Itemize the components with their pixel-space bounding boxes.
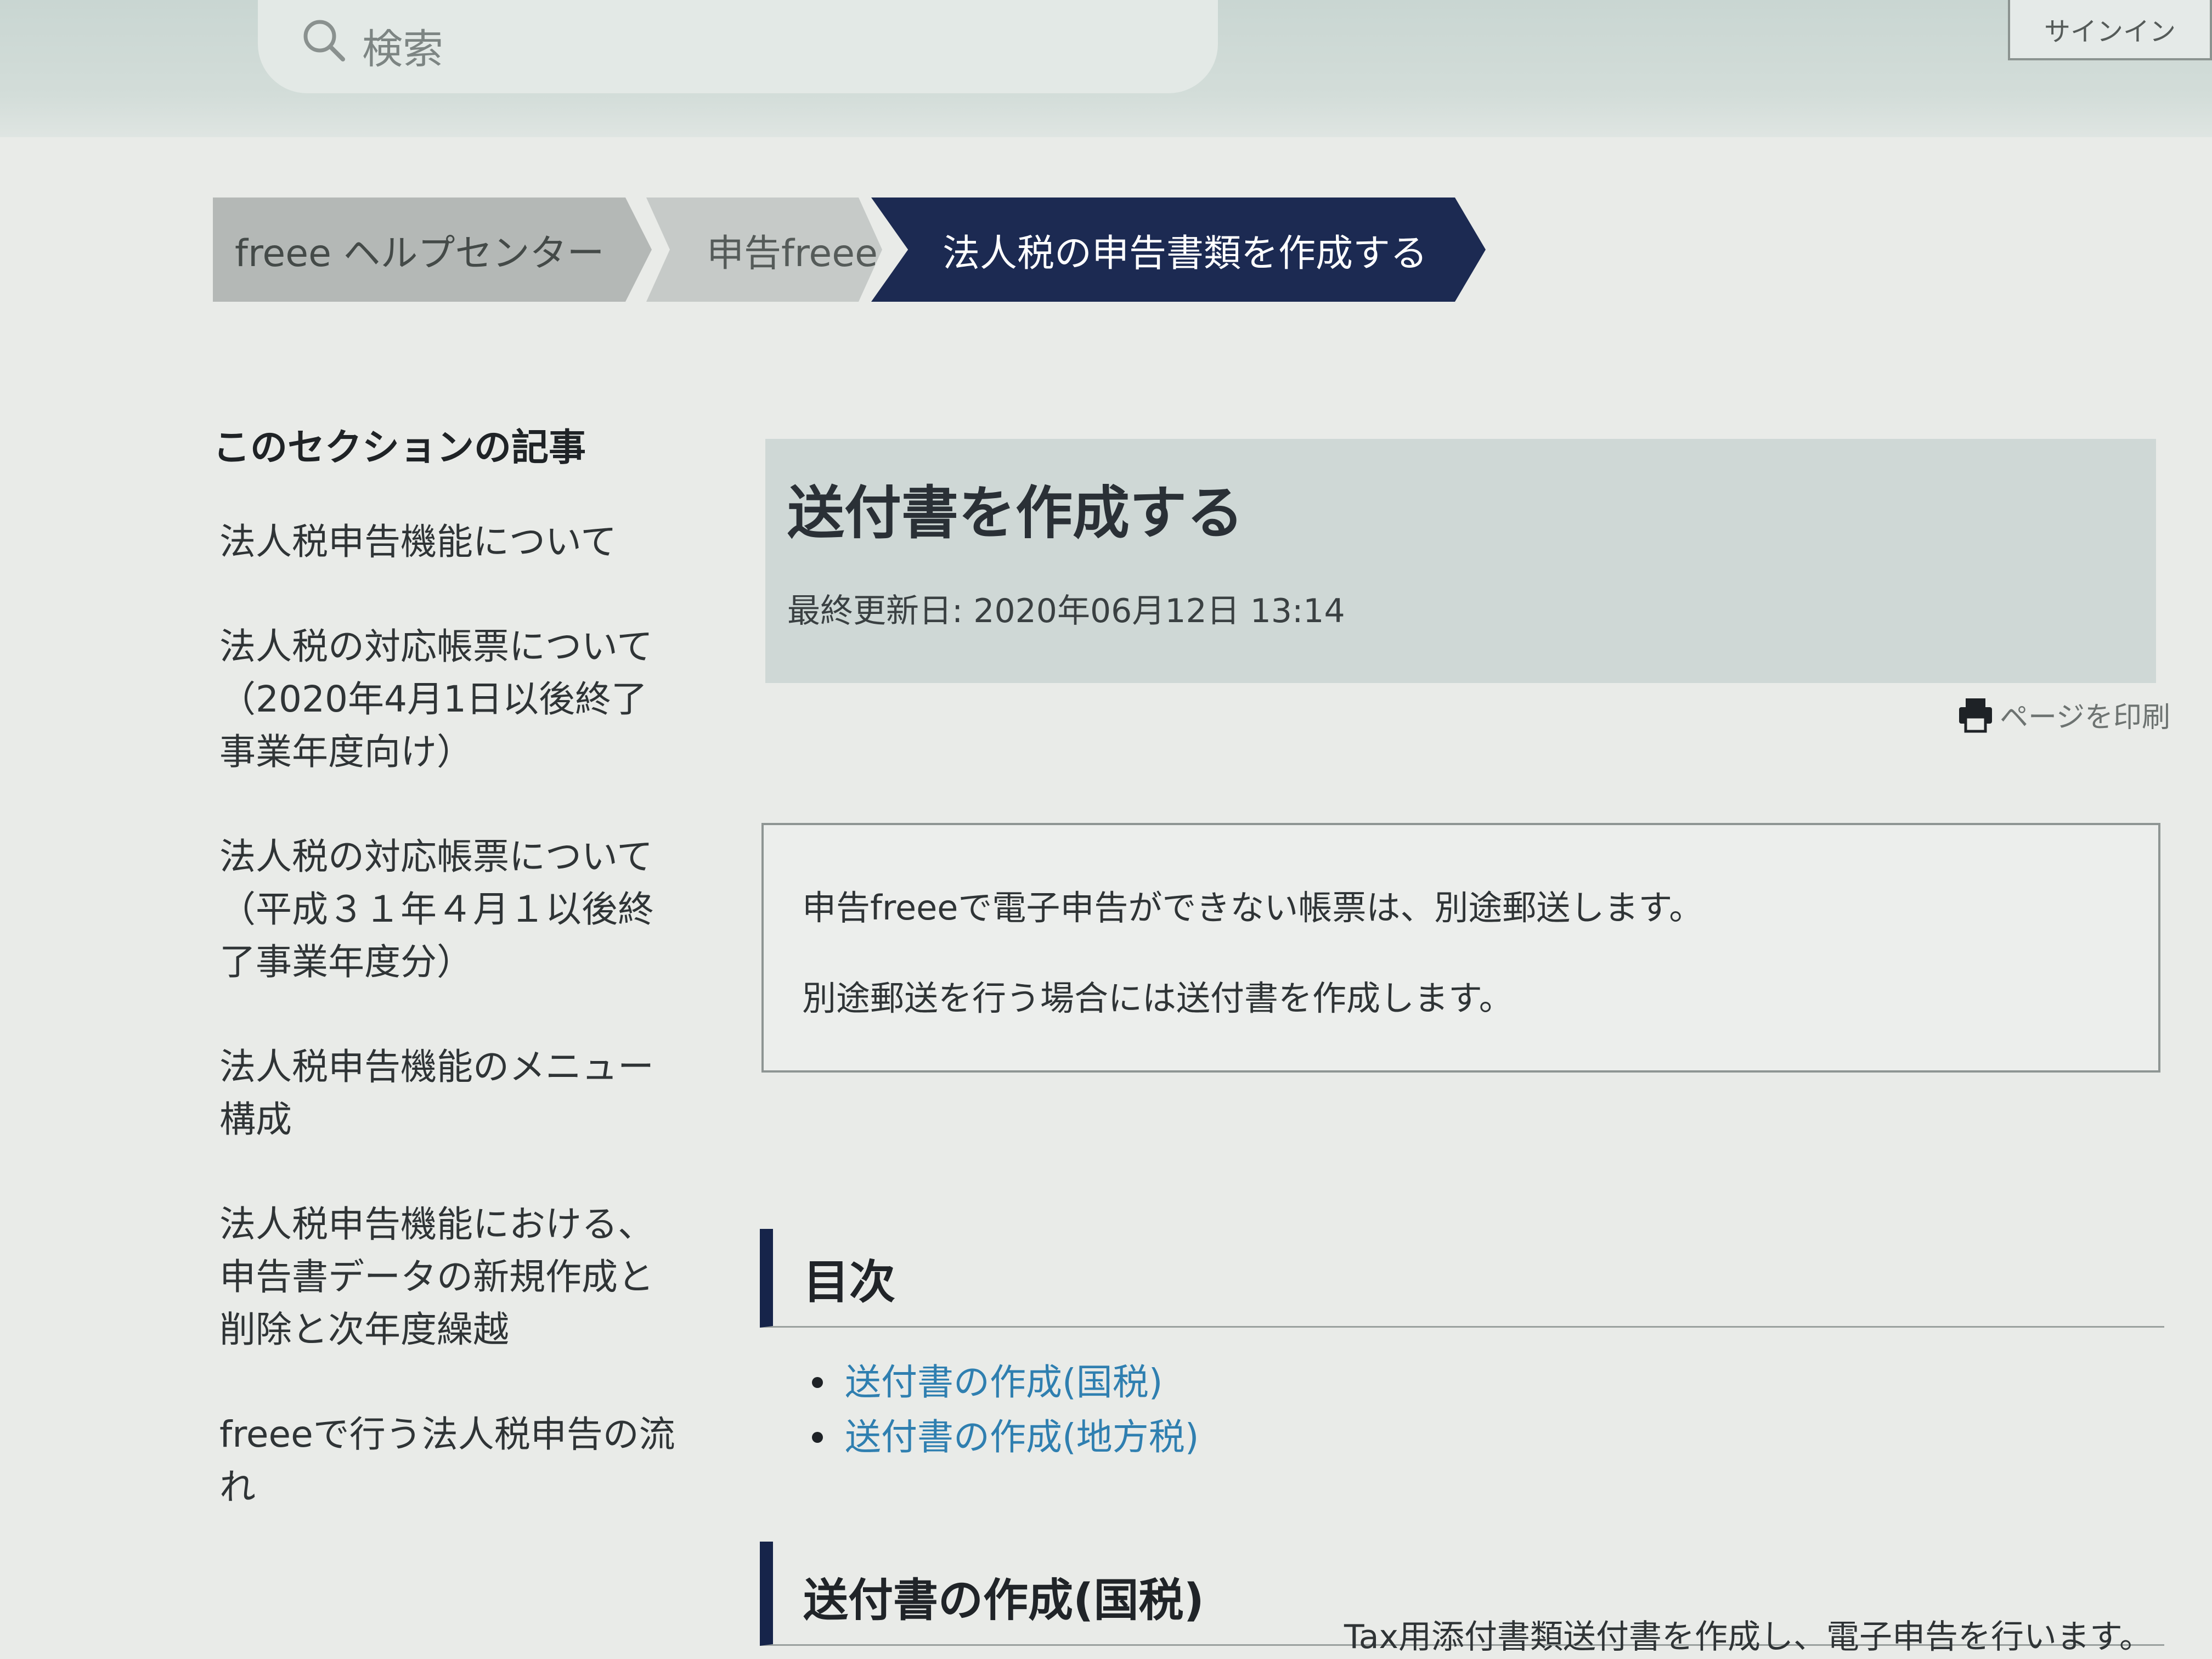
search-bar[interactable]: 検索 [258, 0, 1218, 93]
breadcrumb-item-shinkoku[interactable]: 申告freee [646, 198, 882, 302]
last-updated: 最終更新日: 2020年06月12日 13:14 [787, 592, 1345, 630]
sidebar-title: このセクションの記事 [213, 426, 586, 470]
sidebar-item[interactable]: 法人税申告機能のメニュー構成 [219, 1041, 680, 1146]
breadcrumb-item-helpcenter[interactable]: freee ヘルプセンター [213, 198, 652, 302]
sidebar-item[interactable]: 法人税申告機能における、申告書データの新規作成と削除と次年度繰越 [219, 1198, 680, 1356]
notice-text: 別途郵送を行う場合には送付書を作成します。 [802, 978, 1513, 1018]
site-header: 検索 サインイン [0, 0, 2212, 137]
section-body-text: Tax用添付書類送付書を作成し、電子申告を行います。 [1344, 1618, 2152, 1656]
sidebar-item[interactable]: 法人税申告機能について [219, 516, 680, 568]
article-header: 送付書を作成する 最終更新日: 2020年06月12日 13:14 [765, 439, 2156, 683]
signin-button[interactable]: サインイン [2008, 0, 2212, 60]
toc-link[interactable]: 送付書の作成(国税) [845, 1355, 1163, 1410]
search-placeholder[interactable]: 検索 [362, 16, 443, 75]
sidebar-item[interactable]: freeeで行う法人税申告の流れ [219, 1408, 680, 1514]
notice-text: 申告freeeで電子申告ができない帳票は、別途郵送します。 [802, 888, 1703, 928]
print-label: ページを印刷 [2000, 701, 2170, 734]
printer-icon [1959, 698, 1992, 732]
page-title: 送付書を作成する [787, 479, 1244, 546]
toc-heading-text: 目次 [803, 1255, 896, 1309]
toc-list: 送付書の作成(国税) 送付書の作成(地方税) [812, 1355, 1199, 1465]
sidebar-item[interactable]: 法人税の対応帳票について（平成３１年４月１以後終了事業年度分） [219, 831, 680, 989]
notice-box: 申告freeeで電子申告ができない帳票は、別途郵送します。 別途郵送を行う場合に… [761, 823, 2160, 1073]
toc-heading: 目次 [760, 1229, 2164, 1328]
bullet-icon [812, 1432, 823, 1443]
toc-item[interactable]: 送付書の作成(地方税) [812, 1410, 1199, 1465]
toc-link[interactable]: 送付書の作成(地方税) [845, 1410, 1199, 1465]
bullet-icon [812, 1377, 823, 1388]
section-heading-text: 送付書の作成(国税) [803, 1575, 1204, 1627]
sidebar-article-list: 法人税申告機能について 法人税の対応帳票について（2020年4月1日以後終了事業… [219, 516, 680, 1566]
print-page-button[interactable]: ページを印刷 [1956, 694, 2170, 735]
toc-item[interactable]: 送付書の作成(国税) [812, 1355, 1199, 1410]
sidebar-item[interactable]: 法人税の対応帳票について（2020年4月1日以後終了事業年度向け） [219, 620, 680, 778]
breadcrumb-item-current[interactable]: 法人税の申告書類を作成する [871, 198, 1486, 302]
search-icon [303, 20, 345, 61]
